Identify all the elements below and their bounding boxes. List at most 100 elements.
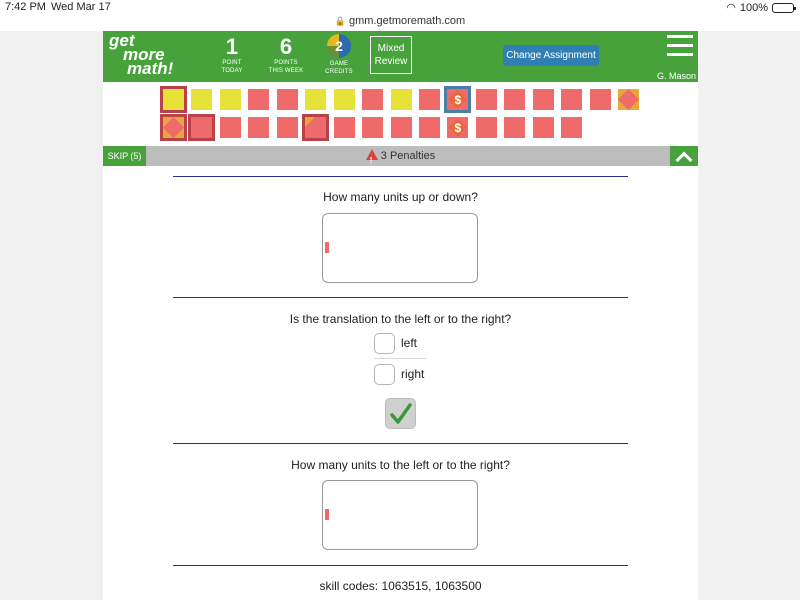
divider (173, 176, 628, 177)
problem-tile-red[interactable] (362, 117, 384, 138)
problem-tile-red[interactable] (532, 89, 554, 110)
checkbox-right[interactable] (374, 363, 395, 385)
problem-tile-diamond[interactable] (617, 88, 640, 111)
problem-tile-diamond-outlined[interactable] (160, 114, 187, 141)
problem-tile-red[interactable] (475, 117, 497, 138)
wifi-icon: ◠ (726, 2, 736, 14)
problem-tile-red-corner-outlined[interactable] (302, 114, 330, 141)
text-cursor (325, 242, 329, 253)
option-divider (374, 358, 426, 359)
problem-tile-red[interactable] (589, 89, 611, 110)
option-right-label: right (401, 367, 425, 381)
question-2-text: Is the translation to the left or to the… (289, 312, 512, 326)
app-page: get more math! 1 POINT TODAY 6 POINTS TH… (103, 31, 698, 600)
points-this-week: 6 POINTS THIS WEEK (261, 35, 311, 75)
penalties-indicator: ! 3 Penalties (103, 146, 698, 166)
divider (173, 565, 628, 566)
game-credits[interactable]: 2 GAME CREDITS (314, 34, 364, 76)
game-credits-label-2: CREDITS (325, 69, 353, 75)
problem-tile-yellow[interactable] (191, 89, 213, 110)
points-today: 1 POINT TODAY (207, 35, 257, 75)
mixed-review-label: Mixed (377, 43, 405, 54)
skip-button[interactable]: SKIP (5) (103, 146, 146, 166)
problem-tile-red[interactable] (333, 117, 355, 138)
answer-input-up-down[interactable] (322, 213, 478, 283)
lock-icon: 🔒 (334, 16, 347, 26)
penalties-text: 3 Penalties (380, 150, 436, 162)
divider (173, 297, 628, 298)
problem-tile-dollar-selected[interactable]: $ (444, 86, 472, 113)
status-date: Wed Mar 17 (51, 1, 111, 13)
url-bar[interactable]: 🔒 gmm.getmoremath.com (0, 14, 800, 31)
status-time: 7:42 PM (5, 1, 46, 13)
app-header: get more math! 1 POINT TODAY 6 POINTS TH… (103, 31, 698, 82)
problem-tile-red[interactable] (561, 89, 583, 110)
tile-row-2: $ (160, 114, 590, 141)
option-left[interactable]: left (374, 332, 417, 354)
battery-icon (772, 2, 796, 13)
points-today-label: POINT (222, 60, 242, 66)
chevron-up-icon (675, 151, 693, 168)
problem-tile-dollar[interactable]: $ (447, 117, 469, 138)
points-week-label-2: THIS WEEK (268, 68, 304, 74)
question-3-text: How many units to the left or to the rig… (291, 458, 510, 472)
game-credits-icon: 2 (327, 34, 351, 58)
dollar-sign: $ (454, 120, 462, 135)
mixed-review-button[interactable]: Mixed Review (370, 36, 412, 74)
answer-input-left-right[interactable] (322, 480, 478, 550)
checkbox-left[interactable] (374, 332, 395, 354)
battery-indicator: ◠ 100% (726, 1, 796, 14)
hamburger-menu-icon[interactable] (667, 35, 693, 62)
diamond-icon (617, 88, 640, 111)
text-cursor (325, 509, 329, 520)
logo[interactable]: get more math! (109, 32, 174, 78)
problem-tile-red[interactable] (248, 89, 270, 110)
question-1-text: How many units up or down? (323, 190, 478, 204)
battery-percent: 100% (739, 1, 768, 14)
change-assignment-button[interactable]: Change Assignment (503, 45, 599, 66)
problem-tile-yellow[interactable] (333, 89, 355, 110)
tile-row-1: $ (160, 86, 646, 113)
problem-tile-red-outlined[interactable] (188, 114, 216, 141)
mixed-review-label-2: Review (374, 56, 408, 67)
url-text: gmm.getmoremath.com (349, 15, 466, 27)
problem-tile-red[interactable] (390, 117, 412, 138)
points-week-label: POINTS (274, 60, 298, 66)
problem-tile-red[interactable] (219, 117, 241, 138)
question-toolbar: ! 3 Penalties SKIP (5) (103, 146, 698, 168)
status-bar: 7:42 PM Wed Mar 17 ◠ 100% (0, 0, 800, 14)
points-week-value: 6 (279, 34, 293, 59)
problem-tile-red[interactable] (362, 89, 384, 110)
points-today-value: 1 (225, 34, 239, 59)
logo-line-3: math! (127, 59, 174, 78)
problem-tile-red[interactable] (418, 89, 440, 110)
skill-codes: skill codes: 1063515, 1063500 (319, 579, 482, 593)
diamond-icon (162, 116, 185, 139)
problem-tile-red[interactable] (418, 117, 440, 138)
game-credits-value: 2 (335, 38, 343, 54)
problem-tile-yellow[interactable] (305, 89, 327, 110)
dollar-sign: $ (454, 92, 462, 107)
problem-tile-red[interactable] (532, 117, 554, 138)
divider (173, 443, 628, 444)
problem-tile-yellow-current[interactable] (160, 86, 187, 113)
game-credits-label: GAME (329, 61, 349, 67)
problem-tile-red[interactable] (561, 117, 583, 138)
problem-tile-red[interactable] (504, 117, 526, 138)
option-right[interactable]: right (374, 363, 424, 385)
points-today-label-2: TODAY (221, 68, 243, 74)
problem-tile-yellow[interactable] (390, 89, 412, 110)
submit-check-button[interactable] (385, 398, 416, 429)
user-name: G. Mason (656, 71, 696, 81)
problem-tile-red[interactable] (276, 89, 298, 110)
checkmark-icon (389, 402, 412, 424)
problem-tile-red[interactable] (475, 89, 497, 110)
warning-icon: ! (365, 149, 378, 165)
problem-tile-red[interactable] (276, 117, 298, 138)
corner-marker (305, 117, 316, 127)
problem-tile-red[interactable] (504, 89, 526, 110)
problem-tile-red[interactable] (248, 117, 270, 138)
option-left-label: left (401, 336, 418, 350)
problem-tile-yellow[interactable] (219, 89, 241, 110)
collapse-button[interactable] (670, 146, 698, 168)
